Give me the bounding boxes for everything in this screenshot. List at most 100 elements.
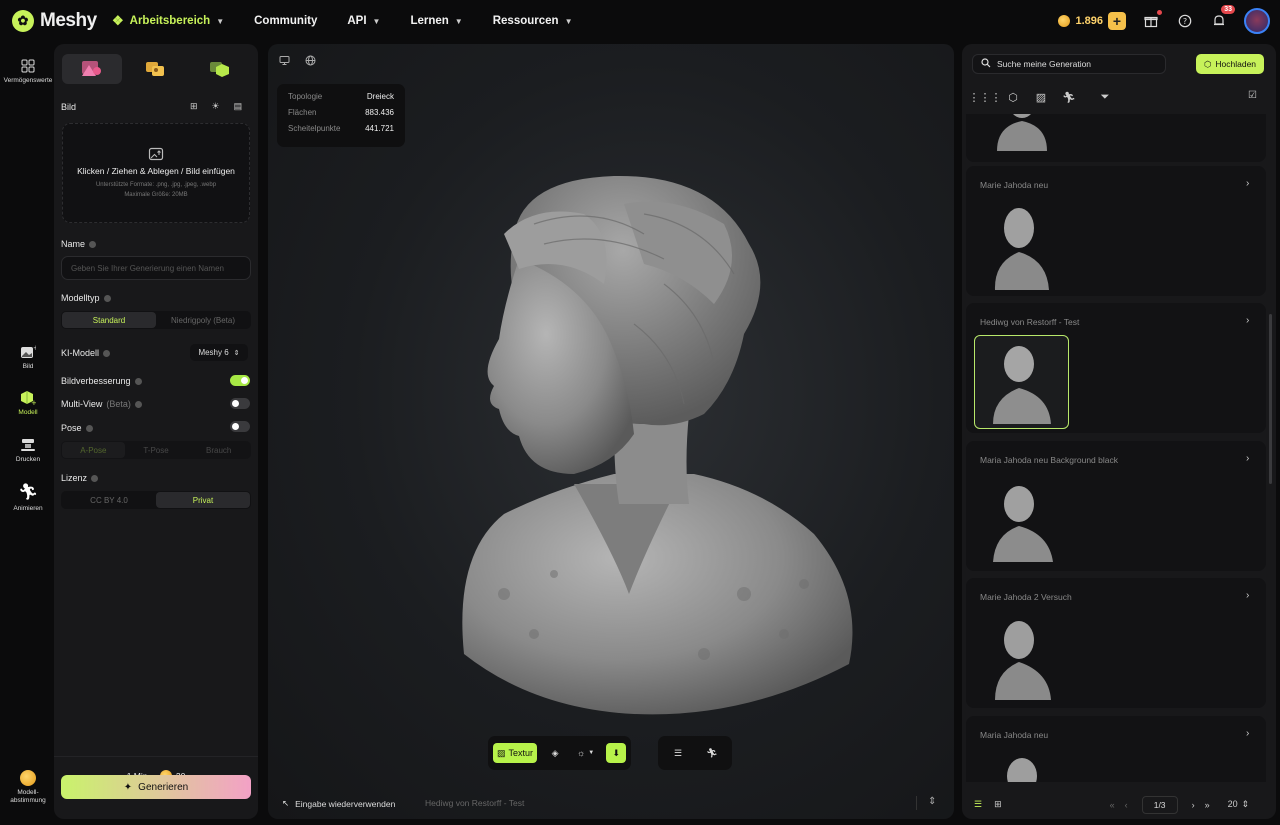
multiview-toggle[interactable] bbox=[230, 398, 250, 409]
list-item[interactable]: Maria Jahoda neu › bbox=[966, 716, 1266, 782]
chevron-right-icon[interactable]: › bbox=[1246, 728, 1249, 739]
reuse-input-button[interactable]: ↖ Eingabe wiederverwenden bbox=[282, 798, 395, 809]
info-icon bbox=[91, 474, 99, 482]
bust-3d-model[interactable] bbox=[444, 174, 864, 724]
stat-row: Flächen 883.436 bbox=[288, 108, 394, 117]
enhance-label: Bildverbesserung bbox=[61, 376, 142, 386]
filter-all-icon[interactable]: ⋮⋮⋮ bbox=[969, 90, 1002, 104]
chevron-updown-icon[interactable]: ⇕ bbox=[928, 796, 936, 807]
list-item[interactable]: Hediwg von Restorff - Test › bbox=[966, 303, 1266, 433]
filter-funnel-icon[interactable]: ⏷ bbox=[1098, 90, 1112, 104]
nav-api-label: API bbox=[347, 15, 367, 27]
modeltype-standard[interactable]: Standard bbox=[62, 312, 156, 328]
align-icon[interactable]: ⊞ bbox=[190, 101, 198, 112]
bell-icon[interactable]: 33 bbox=[1210, 5, 1235, 30]
ai-model-select[interactable]: Meshy 6 ⇕ bbox=[190, 344, 248, 361]
model-thumbnail-selected[interactable] bbox=[974, 335, 1069, 429]
chevron-down-icon: ▼ bbox=[454, 16, 463, 26]
download-button[interactable]: ⬇ bbox=[606, 743, 627, 763]
model-thumbnail[interactable] bbox=[974, 114, 1069, 158]
pose-a[interactable]: A-Pose bbox=[62, 442, 125, 458]
next-page-icon[interactable]: › bbox=[1192, 800, 1195, 810]
model-thumbnail[interactable] bbox=[974, 473, 1069, 567]
remesh-button[interactable]: ◈ bbox=[545, 743, 565, 763]
filter-animation-icon[interactable]: 🏃︎ bbox=[1062, 90, 1076, 104]
sliders-icon: ☰ bbox=[673, 747, 683, 758]
rail-print[interactable]: Drucken bbox=[0, 437, 56, 463]
credits-display[interactable]: 1.896 + bbox=[1058, 12, 1126, 30]
rail-image[interactable]: + Bild bbox=[0, 344, 56, 370]
list-view-icon[interactable]: ☰ bbox=[974, 799, 982, 810]
filter-texture-icon[interactable]: ▨ bbox=[1034, 90, 1048, 104]
texture-button[interactable]: ▨ Textur bbox=[493, 743, 538, 763]
globe-icon[interactable] bbox=[302, 52, 318, 68]
image-dropzone[interactable]: Klicken / Ziehen & Ablegen / Bild einfüg… bbox=[62, 123, 250, 223]
nav-resources[interactable]: Ressourcen ▼ bbox=[493, 15, 573, 27]
model-thumbnail[interactable] bbox=[974, 748, 1069, 782]
avatar[interactable] bbox=[1244, 8, 1270, 34]
rail-assets[interactable]: Vermögenswerte bbox=[0, 58, 56, 84]
scrollbar[interactable] bbox=[1269, 314, 1272, 484]
per-page-value: 20 bbox=[1227, 799, 1238, 809]
modeltype-lowpoly[interactable]: Niedrigpoly (Beta) bbox=[156, 312, 250, 328]
image-upload-icon bbox=[148, 147, 164, 161]
top-right-actions: 1.896 + ? 33 bbox=[1058, 0, 1270, 42]
first-page-icon[interactable]: « bbox=[1110, 800, 1115, 810]
last-page-icon[interactable]: » bbox=[1205, 800, 1210, 810]
rail-animate[interactable]: 🏃︎ Animieren bbox=[0, 484, 56, 512]
chevron-right-icon[interactable]: › bbox=[1246, 315, 1249, 326]
buy-credits-button[interactable]: + bbox=[1108, 12, 1126, 30]
bulb-icon[interactable]: ☀ bbox=[212, 101, 220, 112]
item-title: Maria Jahoda neu Background black bbox=[980, 455, 1118, 465]
generate-button[interactable]: ✦ Generieren bbox=[61, 775, 251, 799]
chevron-right-icon[interactable]: › bbox=[1246, 453, 1249, 464]
gift-icon[interactable] bbox=[1142, 10, 1162, 30]
dropzone-text: Klicken / Ziehen & Ablegen / Bild einfüg… bbox=[77, 166, 235, 176]
chevron-right-icon[interactable]: › bbox=[1246, 178, 1249, 189]
animate-button[interactable]: 🏃︎ bbox=[702, 743, 722, 763]
tab-text-to-3d[interactable] bbox=[190, 54, 250, 84]
page-indicator[interactable]: 1/3 bbox=[1141, 795, 1178, 814]
sparkle-icon: ✦ bbox=[123, 781, 133, 793]
name-input[interactable]: Geben Sie Ihrer Generierung einen Namen bbox=[61, 256, 251, 280]
filter-bar: ⋮⋮⋮ ⬡ ▨ 🏃︎ ⏷ bbox=[969, 90, 1112, 104]
model-thumbnail[interactable] bbox=[974, 610, 1069, 704]
select-checkbox-icon[interactable]: ☑ bbox=[1248, 90, 1257, 101]
list-item[interactable]: Maria Jahoda neu Background black › bbox=[966, 441, 1266, 571]
pose-toggle[interactable] bbox=[230, 421, 250, 432]
nav-api[interactable]: API ▼ bbox=[347, 15, 380, 27]
license-ccby[interactable]: CC BY 4.0 bbox=[62, 492, 156, 508]
monitor-icon[interactable] bbox=[276, 52, 292, 68]
help-icon[interactable]: ? bbox=[1176, 12, 1194, 30]
nav-community[interactable]: Community bbox=[254, 15, 317, 27]
list-item[interactable] bbox=[966, 114, 1266, 162]
coin-icon bbox=[1058, 15, 1071, 27]
tab-image-to-3d[interactable] bbox=[62, 54, 122, 84]
3d-viewport[interactable]: Topologie Dreieck Flächen 883.436 Scheitel… bbox=[268, 44, 954, 819]
pose-t[interactable]: T-Pose bbox=[125, 442, 188, 458]
lighting-button[interactable]: ☼ ▼ bbox=[573, 743, 598, 763]
search-input[interactable]: Suche meine Generation bbox=[972, 54, 1166, 74]
per-page-select[interactable]: 20 ⇕ bbox=[1228, 799, 1250, 810]
enhance-toggle[interactable] bbox=[230, 375, 250, 386]
list-item[interactable]: Marie Jahoda neu › bbox=[966, 166, 1266, 296]
license-label-text: Lizenz bbox=[61, 473, 88, 483]
list-item[interactable]: Marie Jahoda 2 Versuch › bbox=[966, 578, 1266, 708]
rail-model-vote[interactable]: Modell- abstimmung bbox=[0, 770, 56, 805]
nav-workspace[interactable]: ❖ Arbeitsbereich ▼ bbox=[112, 13, 224, 29]
pose-custom[interactable]: Brauch bbox=[187, 442, 250, 458]
logo[interactable]: ✿ Meshy bbox=[12, 10, 100, 32]
text-cube-icon bbox=[210, 62, 229, 77]
tab-multi-image[interactable] bbox=[126, 54, 186, 84]
upload-button[interactable]: ⬡ Hochladen bbox=[1196, 54, 1264, 74]
rail-model[interactable]: + Modell bbox=[0, 390, 56, 416]
grid-view-icon[interactable]: ⊞ bbox=[994, 799, 1002, 810]
model-thumbnail[interactable] bbox=[974, 198, 1069, 292]
prev-page-icon[interactable]: ‹ bbox=[1125, 800, 1128, 810]
nav-learn[interactable]: Lernen ▼ bbox=[410, 15, 462, 27]
settings-sliders-button[interactable]: ☰ bbox=[668, 743, 688, 763]
filter-model-icon[interactable]: ⬡ bbox=[1006, 90, 1020, 104]
document-icon[interactable]: ▤ bbox=[234, 101, 243, 112]
license-private[interactable]: Privat bbox=[156, 492, 250, 508]
chevron-right-icon[interactable]: › bbox=[1246, 590, 1249, 601]
